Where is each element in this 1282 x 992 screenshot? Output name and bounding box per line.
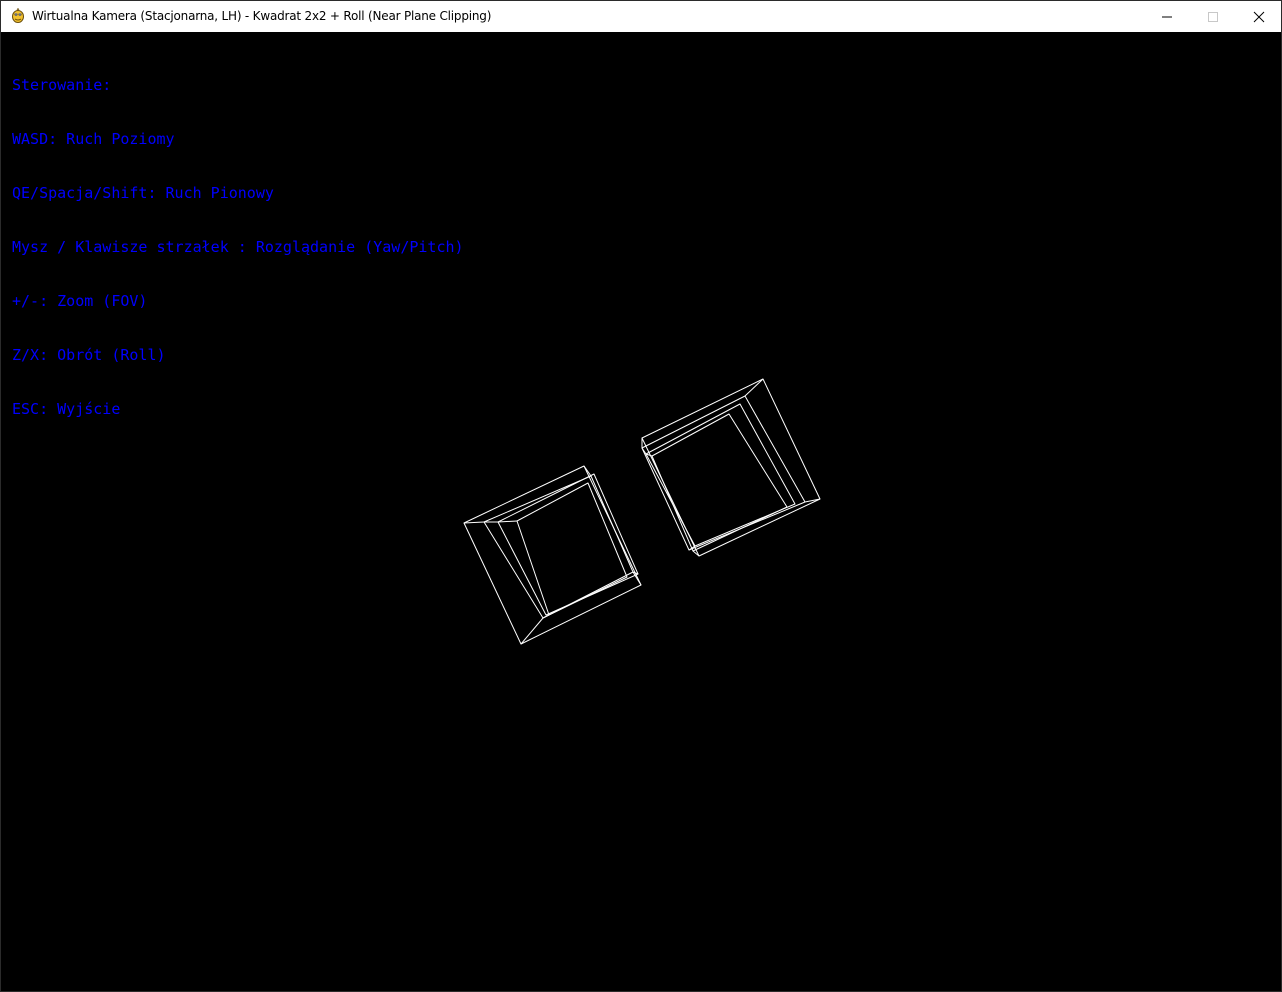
- controls-line-move-horizontal: WASD: Ruch Poziomy: [12, 130, 175, 148]
- controls-heading: Sterowanie:: [12, 76, 112, 94]
- maximize-icon: [1208, 11, 1218, 22]
- title-bar[interactable]: Wirtualna Kamera (Stacjonarna, LH) - Kwa…: [1, 1, 1281, 32]
- controls-line-look: Mysz / Klawisze strzałek : Rozglądanie (…: [12, 238, 464, 256]
- minimize-button[interactable]: [1144, 1, 1190, 32]
- window-title: Wirtualna Kamera (Stacjonarna, LH) - Kwa…: [32, 9, 492, 23]
- controls-line-zoom: +/-: Zoom (FOV): [12, 292, 148, 310]
- render-viewport[interactable]: Sterowanie: WASD: Ruch Poziomy QE/Spacja…: [1, 32, 1281, 991]
- controls-line-roll: Z/X: Obrót (Roll): [12, 346, 166, 364]
- maximize-button[interactable]: [1190, 1, 1236, 32]
- app-window: Wirtualna Kamera (Stacjonarna, LH) - Kwa…: [0, 0, 1282, 992]
- pygame-snake-icon: [10, 7, 26, 24]
- controls-help-overlay: Sterowanie: WASD: Ruch Poziomy QE/Spacja…: [12, 40, 464, 454]
- close-button[interactable]: [1236, 1, 1282, 32]
- wireframe-box-left: [463, 465, 642, 645]
- wireframe-box-right: [641, 378, 821, 557]
- close-icon: [1253, 11, 1265, 22]
- controls-line-move-vertical: QE/Spacja/Shift: Ruch Pionowy: [12, 184, 274, 202]
- minimize-icon: [1162, 16, 1172, 17]
- controls-line-exit: ESC: Wyjście: [12, 400, 121, 418]
